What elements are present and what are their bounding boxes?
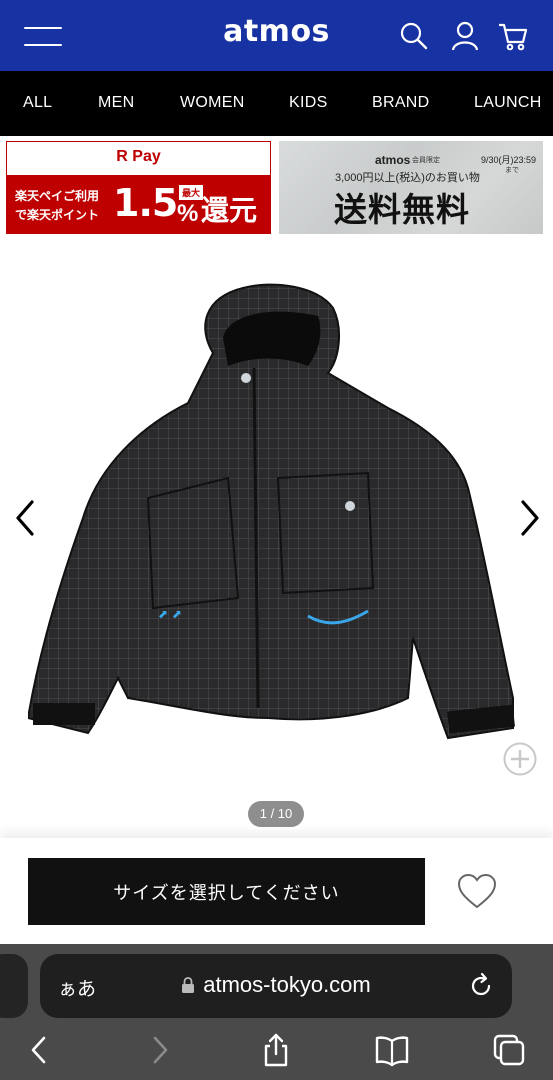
search-icon[interactable] (398, 20, 430, 52)
bookmarks-icon[interactable] (374, 1032, 410, 1068)
select-size-button[interactable]: サイズを選択してください (28, 858, 425, 925)
ship-until: まで (505, 167, 519, 174)
rpay-line2: で楽天ポイント (15, 208, 100, 222)
nav-item-all[interactable]: ALL (23, 94, 52, 112)
address-bar[interactable]: ぁあ atmos-tokyo.com (40, 954, 512, 1018)
cart-icon[interactable] (497, 20, 529, 52)
heart-icon[interactable] (456, 873, 498, 911)
nav-item-kids[interactable]: KIDS (289, 94, 328, 112)
next-image-arrow[interactable] (515, 496, 545, 540)
back-icon[interactable] (22, 1032, 58, 1068)
product-jacket-photo: ⬈ ⬈ (28, 283, 515, 740)
lock-icon (181, 973, 195, 993)
reload-icon[interactable] (467, 972, 495, 1000)
category-nav: ALL MEN WOMEN KIDS BRAND LAUNCH (0, 71, 553, 136)
share-icon[interactable] (258, 1032, 294, 1068)
rpay-title: R Pay (116, 148, 161, 165)
prev-image-arrow[interactable] (10, 496, 40, 540)
url-text: atmos-tokyo.com (203, 972, 371, 997)
purchase-action-bar: サイズを選択してください (0, 838, 553, 944)
previous-tab-peek[interactable] (0, 954, 28, 1018)
rakuten-pay-banner[interactable]: R Pay 楽天ペイご利用 で楽天ポイント 1.5 最大 % 還元 (6, 141, 271, 234)
top-header: atmos (0, 0, 553, 71)
forward-icon[interactable] (142, 1032, 178, 1068)
image-pager: 1 / 10 (248, 801, 304, 827)
browser-chrome: ぁあ atmos-tokyo.com (0, 944, 553, 1080)
product-gallery[interactable]: ⬈ ⬈ 1 / 10 (0, 238, 553, 838)
svg-text:⬈ ⬈: ⬈ ⬈ (158, 607, 182, 621)
ship-headline: 送料無料 (334, 191, 470, 228)
rpay-rate: 1.5 (113, 181, 178, 225)
rpay-line1: 楽天ペイご利用 (15, 189, 100, 203)
ship-member-only: 会員限定 (412, 157, 440, 164)
account-icon[interactable] (449, 20, 481, 52)
rpay-reward: 還元 (201, 195, 258, 226)
rpay-offer: 楽天ペイご利用 で楽天ポイント 1.5 最大 % 還元 (7, 175, 270, 233)
nav-item-men[interactable]: MEN (98, 94, 134, 112)
tabs-icon[interactable] (491, 1032, 527, 1068)
free-shipping-banner[interactable]: atmos 会員限定 9/30(月)23:59 まで 3,000円以上(税込)の… (279, 141, 543, 234)
rpay-percent: % (177, 200, 199, 227)
nav-item-launch[interactable]: LAUNCH (474, 94, 542, 112)
rpay-max-badge: 最大 (179, 185, 204, 200)
nav-item-brand[interactable]: BRAND (372, 94, 430, 112)
zoom-plus-icon[interactable] (502, 741, 538, 777)
nav-item-women[interactable]: WOMEN (180, 94, 245, 112)
url-display: atmos-tokyo.com (40, 972, 512, 998)
ship-brand: atmos (375, 153, 411, 167)
